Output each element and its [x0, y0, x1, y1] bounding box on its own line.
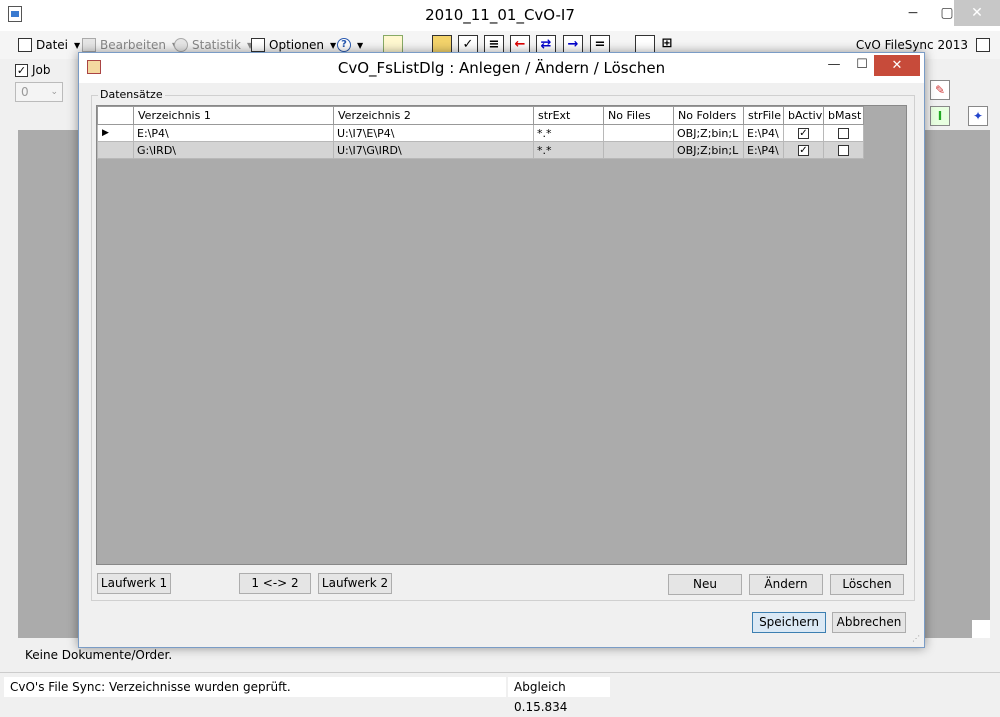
dialog-title-bar: CvO_FsListDlg : Anlegen / Ändern / Lösch… [79, 53, 924, 83]
status-text-left: CvO's File Sync: Verzeichnisse wurden ge… [4, 677, 506, 697]
brand-icon [976, 38, 990, 52]
chevron-down-icon: ⌄ [50, 87, 58, 97]
cell-strfile[interactable]: E:\P4\ [743, 141, 784, 159]
menu-bearbeiten-label: Bearbeiten [100, 38, 166, 52]
menu-datei[interactable]: Datei ▼ [18, 36, 80, 54]
bmast-checkbox[interactable] [838, 145, 849, 156]
dialog-title: CvO_FsListDlg : Anlegen / Ändern / Lösch… [337, 59, 666, 77]
laufwerk2-button[interactable]: Laufwerk 2 [318, 573, 392, 594]
scroll-corner [972, 620, 990, 638]
minimize-button[interactable]: − [896, 0, 930, 26]
records-grid[interactable]: Verzeichnis 1 Verzeichnis 2 strExt No Fi… [96, 105, 907, 565]
close-button[interactable]: ✕ [954, 0, 1000, 26]
column-header[interactable]: strFile [743, 106, 784, 125]
job-toggle[interactable]: ✓ Job [15, 63, 51, 77]
edit-button[interactable]: Ändern [749, 574, 823, 595]
text-cursor-icon[interactable]: I [930, 106, 950, 126]
status-message: Keine Dokumente/Order. [25, 648, 173, 662]
fslist-dialog: CvO_FsListDlg : Anlegen / Ändern / Lösch… [78, 52, 925, 648]
job-select[interactable]: 0 ⌄ [15, 82, 63, 102]
caret-down-icon: ▼ [74, 40, 81, 50]
records-table: Verzeichnis 1 Verzeichnis 2 strExt No Fi… [97, 106, 864, 159]
cell-verzeichnis1[interactable]: E:\P4\ [133, 124, 334, 142]
cell-strfile[interactable]: E:\P4\ [743, 124, 784, 142]
job-select-value: 0 [21, 85, 29, 99]
records-group-label: Datensätze [98, 88, 165, 101]
bactiv-checkbox[interactable]: ✓ [798, 145, 809, 156]
notepad-icon[interactable]: ✎ [930, 80, 950, 100]
list-icon [251, 38, 265, 52]
edit-icon [82, 38, 96, 52]
table-row[interactable]: G:\IRD\ U:\I7\G\IRD\ *.* OBJ;Z;bin;L E:\… [97, 141, 864, 159]
cell-verzeichnis2[interactable]: U:\I7\E\P4\ [333, 124, 534, 142]
cell-nofiles[interactable] [603, 124, 674, 142]
menu-datei-label: Datei [36, 38, 69, 52]
status-bar: CvO's File Sync: Verzeichnisse wurden ge… [0, 672, 1000, 714]
caret-down-icon: ▼ [357, 40, 364, 50]
menu-statistik-label: Statistik [192, 38, 241, 52]
delete-button[interactable]: Löschen [830, 574, 904, 595]
column-header[interactable]: strExt [533, 106, 604, 125]
cell-bmast[interactable] [823, 124, 864, 142]
cell-strext[interactable]: *.* [533, 124, 604, 142]
cell-nofolders[interactable]: OBJ;Z;bin;L [673, 124, 744, 142]
cell-nofolders[interactable]: OBJ;Z;bin;L [673, 141, 744, 159]
document-icon [18, 38, 32, 52]
bactiv-checkbox[interactable]: ✓ [798, 128, 809, 139]
cell-nofiles[interactable] [603, 141, 674, 159]
job-checkbox[interactable]: ✓ [15, 63, 28, 77]
bmast-checkbox[interactable] [838, 128, 849, 139]
column-header[interactable]: Verzeichnis 1 [133, 106, 334, 125]
header-row: Verzeichnis 1 Verzeichnis 2 strExt No Fi… [97, 106, 864, 125]
cell-bmast[interactable] [823, 141, 864, 159]
row-header-corner [97, 106, 134, 125]
job-label: Job [32, 63, 51, 77]
save-button[interactable]: Speichern [752, 612, 826, 633]
row-marker-icon[interactable] [97, 141, 134, 159]
caret-down-icon: ▼ [330, 40, 337, 50]
pin-icon[interactable]: ✦ [968, 106, 988, 126]
laufwerk1-button[interactable]: Laufwerk 1 [97, 573, 171, 594]
help-icon: ? [337, 38, 351, 52]
table-row[interactable]: ▶ E:\P4\ U:\I7\E\P4\ *.* OBJ;Z;bin;L E:\… [97, 124, 864, 142]
statistics-icon [174, 38, 188, 52]
cell-verzeichnis1[interactable]: G:\IRD\ [133, 141, 334, 159]
column-header[interactable]: No Files [603, 106, 674, 125]
status-text-right: Abgleich 0.15.834 [508, 677, 610, 714]
cell-bactiv[interactable]: ✓ [783, 124, 824, 142]
swap-button[interactable]: 1 <-> 2 [239, 573, 311, 594]
row-marker-icon[interactable]: ▶ [97, 124, 134, 142]
cell-verzeichnis2[interactable]: U:\I7\G\IRD\ [333, 141, 534, 159]
cell-bactiv[interactable]: ✓ [783, 141, 824, 159]
window-title: 2010_11_01_CvO-I7 [425, 6, 575, 24]
cell-strext[interactable]: *.* [533, 141, 604, 159]
column-header[interactable]: bActiv [783, 106, 824, 125]
resize-grip-icon[interactable]: ⋰ [912, 634, 920, 643]
column-header[interactable]: No Folders [673, 106, 744, 125]
dialog-close-button[interactable]: ✕ [874, 55, 920, 76]
brand-label: CvO FileSync 2013 [855, 38, 968, 52]
cancel-button[interactable]: Abbrechen [832, 612, 906, 633]
menu-optionen-label: Optionen [269, 38, 325, 52]
column-header[interactable]: Verzeichnis 2 [333, 106, 534, 125]
new-button[interactable]: Neu [668, 574, 742, 595]
main-title-bar: 2010_11_01_CvO-I7 − ▢ ✕ [0, 0, 1000, 31]
column-header[interactable]: bMast [823, 106, 864, 125]
